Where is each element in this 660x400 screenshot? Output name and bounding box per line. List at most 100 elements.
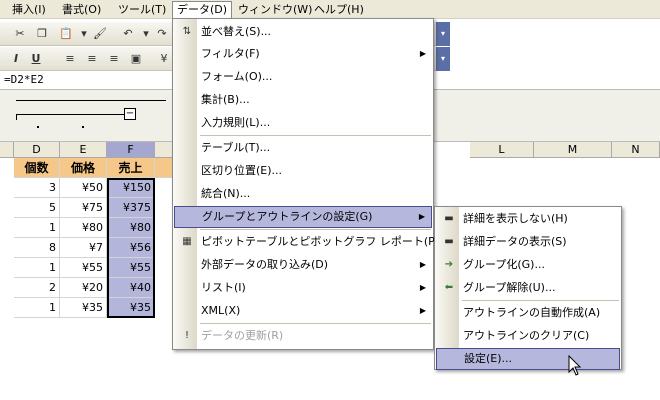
align-left-icon[interactable]: ≡ [62,51,78,67]
cell-e[interactable]: ¥35 [60,298,107,318]
submenu-item-clear-outline[interactable]: アウトラインのクリア(C) [436,325,620,347]
cell-f[interactable]: ¥35 [107,298,155,318]
col-header-e[interactable]: E [60,142,107,158]
sort-icon: ⇅ [182,26,192,37]
toolbar-options-icon-2[interactable]: ▾ [436,47,450,71]
cell-d[interactable]: 1 [14,218,60,238]
menu-item-validation[interactable]: 入力規則(L)... [174,112,432,134]
submenu-arrow-icon: ▶ [418,212,425,221]
submenu-arrow-icon: ▶ [419,283,426,292]
col-header-l[interactable]: L [470,142,534,158]
cell-d[interactable]: 8 [14,238,60,258]
cell-d[interactable]: 2 [14,278,60,298]
collapse-button[interactable]: − [124,108,136,120]
submenu-item-group[interactable]: ➔ グループ化(G)... [436,254,620,276]
outline-group-tick [16,114,17,120]
menu-item-form[interactable]: フォーム(O)... [174,66,432,88]
col-header-d[interactable]: D [14,142,60,158]
menu-item-table[interactable]: テーブル(T)... [174,137,432,159]
copy-icon[interactable]: ❐ [34,26,50,42]
menu-item-group-outline[interactable]: グループとアウトラインの設定(G) ▶ [174,206,432,228]
menu-tools[interactable]: ツール(T) [114,2,170,18]
submenu-item-ungroup[interactable]: ⬅ グループ解除(U)... [436,277,620,299]
paste-icon[interactable]: 📋 [58,26,74,42]
align-center-icon[interactable]: ≡ [84,51,100,67]
col-header-f[interactable]: F [107,142,155,158]
italic-icon[interactable]: I [8,51,24,67]
menu-item-sort[interactable]: ⇅ 並べ替え(S)... [174,21,432,43]
submenu-arrow-icon: ▶ [419,49,426,58]
redo-icon[interactable]: ↷ [154,26,170,42]
cell-d[interactable]: 1 [14,258,60,278]
cut-icon[interactable]: ✂ [12,26,28,42]
cell-f[interactable]: ¥150 [107,178,155,198]
menu-format[interactable]: 書式(O) [58,2,105,18]
outline-submenu: ▬ 詳細を表示しない(H) ▬ 詳細データの表示(S) ➔ グループ化(G)... ⬅… [434,206,622,370]
header-cell-sales[interactable]: 売上 [107,158,155,178]
undo-dropdown-icon[interactable]: ▾ [138,26,154,42]
cell-d[interactable]: 5 [14,198,60,218]
arrow-left-icon: ⬅ [444,282,454,293]
menu-item-text-to-columns[interactable]: 区切り位置(E)... [174,160,432,182]
col-header-n[interactable]: N [612,142,660,158]
menu-item-filter[interactable]: フィルタ(F) ▶ [174,43,432,65]
menu-item-list[interactable]: リスト(I) ▶ [174,277,432,299]
merge-center-icon[interactable]: ▣ [128,51,144,67]
cell-d[interactable]: 3 [14,178,60,198]
submenu-arrow-icon: ▶ [419,306,426,315]
row-header-corner [0,142,14,158]
arrow-right-icon: ➔ [444,259,454,270]
cell-e[interactable]: ¥55 [60,258,107,278]
cell-e[interactable]: ¥7 [60,238,107,258]
cell-e[interactable]: ¥80 [60,218,107,238]
dropdown-icon[interactable]: ▾ [76,26,92,42]
format-painter-icon[interactable]: 🖌 [92,26,108,42]
menu-item-xml[interactable]: XML(X) ▶ [174,300,432,322]
toolbar-options-icon[interactable]: ▾ [436,22,450,46]
menu-item-refresh: ! データの更新(R) [174,325,432,347]
header-cell-count[interactable]: 個数 [14,158,60,178]
outline-dot [82,126,84,128]
mouse-cursor-icon [568,355,582,376]
cell-e[interactable]: ¥50 [60,178,107,198]
menu-window[interactable]: ウィンドウ(W) [234,2,316,18]
submenu-item-settings[interactable]: 設定(E)... [436,348,620,370]
cell-f[interactable]: ¥55 [107,258,155,278]
menu-bar: 挿入(I) 書式(O) ツール(T) データ(D) ウィンドウ(W) ヘルプ(H… [0,0,660,19]
menu-insert[interactable]: 挿入(I) [8,2,50,18]
submenu-item-show-detail[interactable]: ▬ 詳細データの表示(S) [436,231,620,253]
cell-e[interactable]: ¥75 [60,198,107,218]
cell-d[interactable]: 1 [14,298,60,318]
pivot-table-icon: ▦ [182,236,192,247]
menu-item-subtotal[interactable]: 集計(B)... [174,89,432,111]
cell-e[interactable]: ¥20 [60,278,107,298]
outline-group-line [16,114,124,115]
undo-icon[interactable]: ↶ [120,26,136,42]
menu-help[interactable]: ヘルプ(H) [310,2,368,18]
menu-item-pivot[interactable]: ▦ ピボットテーブルとピボットグラフ レポート(P)... [174,231,449,253]
menu-separator [200,229,431,230]
menu-item-consolidate[interactable]: 統合(N)... [174,183,432,205]
submenu-item-auto-outline[interactable]: アウトラインの自動作成(A) [436,302,620,324]
hide-detail-icon: ▬ [444,213,454,224]
outline-dot [37,126,39,128]
col-header-m[interactable]: M [534,142,612,158]
align-right-icon[interactable]: ≡ [106,51,122,67]
data-menu: ⇅ 並べ替え(S)... フィルタ(F) ▶ フォーム(O)... 集計(B)...… [172,18,450,350]
header-cell-price[interactable]: 価格 [60,158,107,178]
menu-data[interactable]: データ(D) [172,1,233,19]
menu-item-external-data[interactable]: 外部データの取り込み(D) ▶ [174,254,432,276]
cell-f[interactable]: ¥40 [107,278,155,298]
menu-separator [462,300,619,301]
menu-separator [200,323,431,324]
underline-icon[interactable]: U [28,51,44,67]
cell-f[interactable]: ¥375 [107,198,155,218]
outline-level-line [16,100,166,101]
submenu-arrow-icon: ▶ [419,260,426,269]
cell-f[interactable]: ¥56 [107,238,155,258]
cell-f[interactable]: ¥80 [107,218,155,238]
refresh-icon: ! [184,330,189,341]
submenu-item-hide-detail[interactable]: ▬ 詳細を表示しない(H) [436,208,620,230]
currency-icon[interactable]: ¥ [156,51,172,67]
menu-separator [200,135,431,136]
